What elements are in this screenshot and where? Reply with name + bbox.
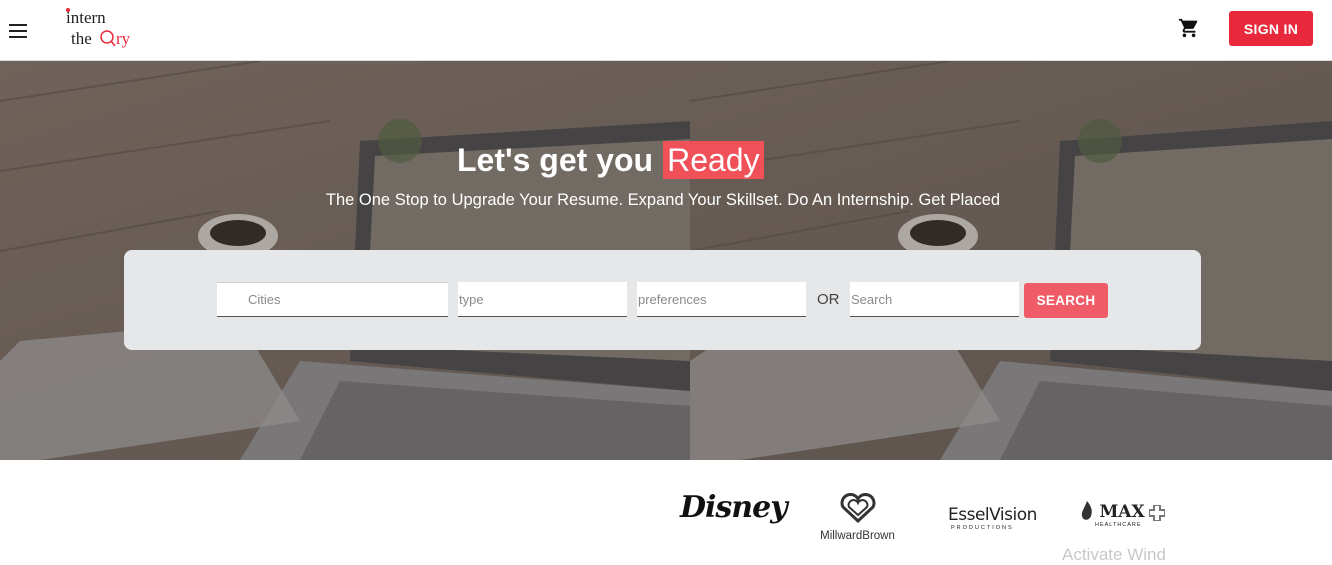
svg-text:the: the xyxy=(71,29,92,48)
activate-windows-watermark: Activate Wind xyxy=(1062,545,1166,564)
partner-logos: Disney MillwardBrown EsselVision PRODUCT… xyxy=(0,460,1332,564)
preferences-input[interactable] xyxy=(637,282,806,317)
sign-in-button[interactable]: SIGN IN xyxy=(1229,11,1313,46)
essel-vision-subtext: PRODUCTIONS xyxy=(951,525,1014,531)
hero-headline: Let's get you Ready xyxy=(457,141,764,179)
svg-text:intern: intern xyxy=(66,8,106,27)
essel-vision-text: EsselVision xyxy=(948,505,1037,525)
search-button[interactable]: SEARCH xyxy=(1024,283,1108,318)
hero-tagline: The One Stop to Upgrade Your Resume. Exp… xyxy=(325,191,1001,209)
millward-brown-text: MillwardBrown xyxy=(820,530,895,542)
max-healthcare-logo: MAX HEALTHCARE xyxy=(1079,500,1167,528)
max-plus-icon xyxy=(1148,503,1167,522)
intern-theory-logo[interactable]: intern the ry xyxy=(64,6,144,52)
max-healthcare-subtext: HEALTHCARE xyxy=(1095,522,1142,528)
headline-highlight: Ready xyxy=(663,141,764,179)
max-flame-icon xyxy=(1081,501,1092,520)
svg-text:ry: ry xyxy=(116,29,131,48)
millward-brown-logo: MillwardBrown xyxy=(815,493,900,543)
hero-banner: Let's get you Ready The One Stop to Upgra… xyxy=(0,61,1332,460)
essel-vision-logo: EsselVision PRODUCTIONS xyxy=(948,505,1037,532)
hamburger-menu-icon[interactable] xyxy=(9,24,27,38)
disney-logo: Disney xyxy=(680,490,788,525)
search-panel: OR SEARCH xyxy=(124,250,1201,350)
or-separator: OR xyxy=(817,291,840,308)
headline-text: Let's get you xyxy=(457,142,654,178)
search-input[interactable] xyxy=(850,282,1019,317)
millward-brown-heart-icon xyxy=(840,493,875,524)
top-navbar: intern the ry SIGN IN xyxy=(0,0,1332,61)
cities-input[interactable] xyxy=(217,282,448,317)
max-healthcare-text: MAX xyxy=(1099,502,1145,522)
type-input[interactable] xyxy=(458,282,627,317)
shopping-cart-icon[interactable] xyxy=(1178,17,1200,39)
